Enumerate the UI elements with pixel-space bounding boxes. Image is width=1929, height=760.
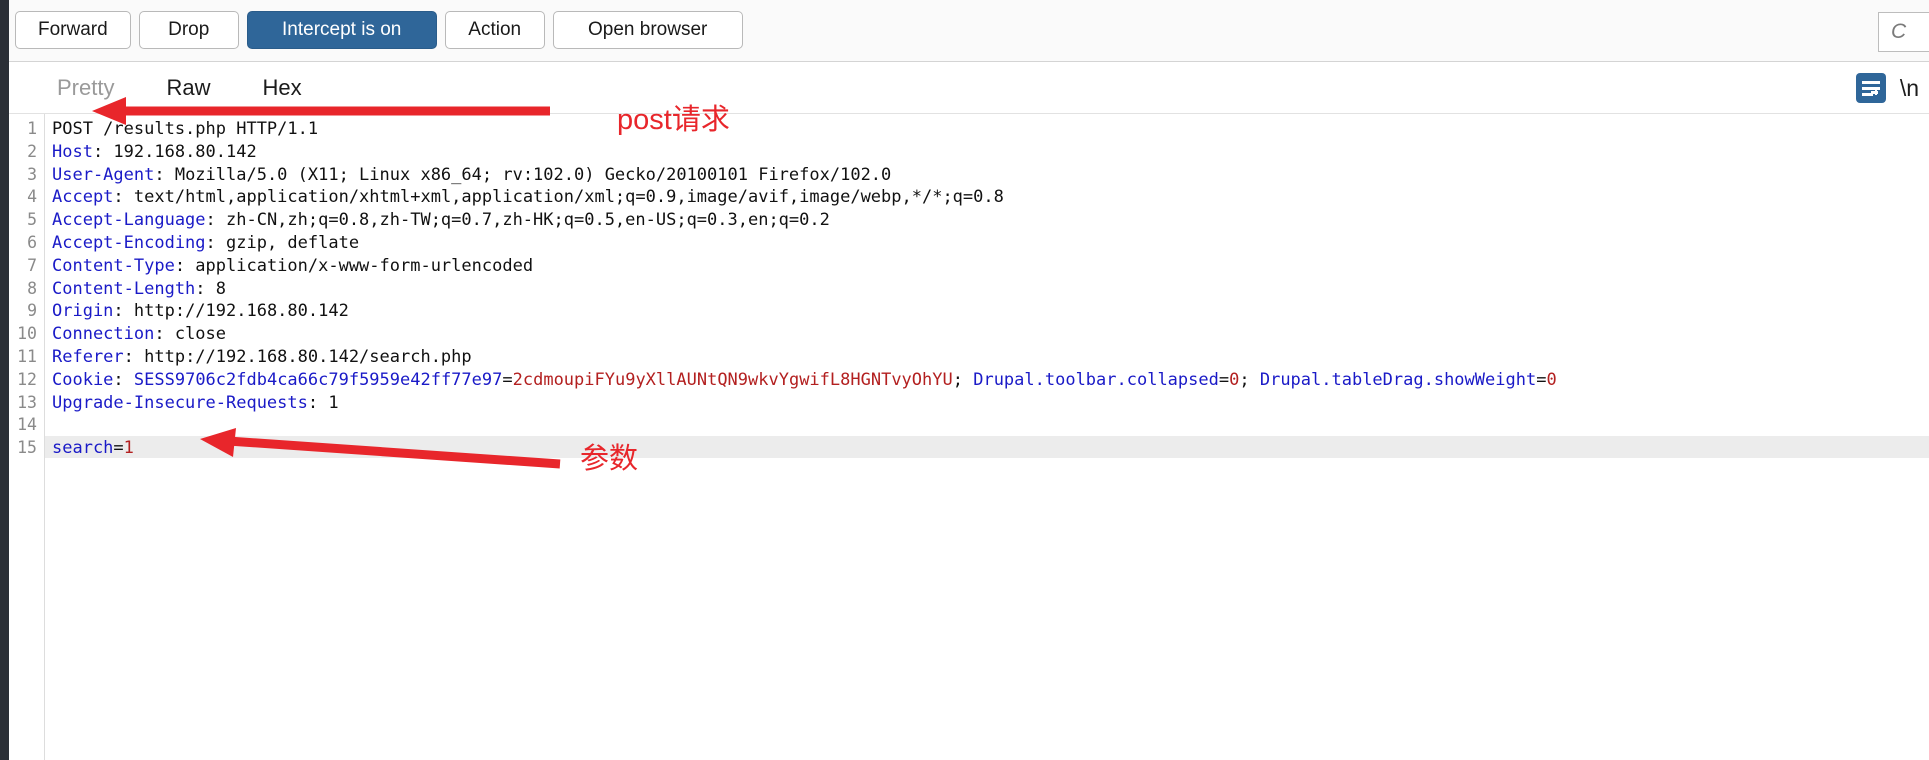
code-line[interactable]: Referer: http://192.168.80.142/search.ph… (52, 346, 472, 369)
code-segment: Content-Length (52, 278, 196, 299)
code-segment: = (113, 438, 124, 459)
code-segment: Origin (52, 301, 114, 322)
line-number: 14 (17, 415, 37, 435)
line-number: 7 (27, 255, 37, 275)
line-number-gutter: 1 2 3 4 5 6 7 8 9 10 11 12 13 14 15 (9, 114, 45, 760)
code-segment: ; (1239, 369, 1260, 390)
code-segment: Connection (52, 324, 155, 345)
line-number: 15 (17, 438, 37, 458)
code-line[interactable]: Accept: text/html,application/xhtml+xml,… (52, 186, 1004, 209)
code-segment: Drupal.tableDrag.showWeight (1259, 369, 1537, 390)
code-line[interactable]: Connection: close (52, 323, 226, 346)
code-line[interactable]: Host: 192.168.80.142 (52, 141, 257, 164)
code-segment: = (1536, 369, 1547, 390)
code-segment: POST /results.php HTTP/1.1 (52, 119, 319, 139)
line-number: 5 (27, 210, 37, 230)
code-segment: : zh-CN,zh;q=0.8,zh-TW;q=0.7,zh-HK;q=0.5… (205, 210, 830, 231)
open-browser-button[interactable]: Open browser (552, 11, 743, 49)
line-number: 8 (27, 278, 37, 298)
line-number: 4 (27, 187, 37, 207)
code-segment: 1 (123, 438, 134, 459)
code-segment: : close (154, 324, 227, 345)
editor-options: \n (1855, 62, 1919, 114)
code-segment: 0 (1546, 369, 1557, 390)
code-line[interactable]: User-Agent: Mozilla/5.0 (X11; Linux x86_… (52, 164, 891, 187)
view-mode-tabs: Pretty Raw Hex (31, 62, 328, 114)
burp-proxy-intercept-window: Forward Drop Intercept is on Action Open bro… (0, 0, 1929, 760)
code-line[interactable]: Cookie: SESS9706c2fdb4ca66c79f5959e42ff7… (52, 369, 1557, 392)
forward-button[interactable]: Forward (15, 11, 131, 49)
code-segment: : text/html,application/xhtml+xml,applic… (113, 187, 1004, 208)
code-line[interactable]: Accept-Encoding: gzip, deflate (52, 232, 359, 255)
code-segment: : http://192.168.80.142 (113, 301, 349, 322)
code-segment: 0 (1229, 369, 1240, 390)
code-segment: Host (52, 141, 93, 162)
code-line[interactable]: Origin: http://192.168.80.142 (52, 300, 349, 323)
line-number: 13 (17, 392, 37, 412)
code-segment: ; (952, 369, 974, 390)
tab-pretty[interactable]: Pretty (31, 62, 140, 114)
line-number: 1 (27, 119, 37, 138)
parameter-note: 参数 (580, 443, 639, 475)
intercept-button-row: Forward Drop Intercept is on Action Open bro… (15, 11, 743, 49)
code-segment: : 192.168.80.142 (92, 141, 257, 162)
action-button[interactable]: Action (444, 11, 545, 49)
code-segment: : Mozilla/5.0 (X11; Linux x86_64; rv:102… (154, 164, 892, 185)
code-line[interactable]: Upgrade-Insecure-Requests: 1 (52, 392, 339, 415)
line-number: 6 (27, 233, 37, 252)
view-mode-tabstrip: Pretty Raw Hex \n (9, 62, 1929, 114)
code-line[interactable]: Content-Type: application/x-www-form-url… (52, 255, 533, 278)
line-number: 11 (17, 347, 37, 366)
code-segment: search (52, 438, 114, 459)
code-segment: SESS9706c2fdb4ca66c79f5959e42ff77e97 (133, 369, 503, 390)
code-segment: = (1218, 369, 1230, 390)
drop-button[interactable]: Drop (138, 11, 239, 49)
code-line[interactable]: search=1 (52, 437, 134, 460)
code-segment: : 1 (307, 392, 339, 413)
code-line[interactable]: Accept-Language: zh-CN,zh;q=0.8,zh-TW;q=… (52, 209, 830, 232)
code-segment: : application/x-www-form-urlencoded (174, 255, 534, 276)
line-number: 10 (17, 324, 37, 344)
code-segment: : (113, 369, 134, 390)
code-segment: Accept (52, 187, 114, 208)
code-segment: 2cdmoupiFYu9yXllAUNtQN9wkvYgwifL8HGNTvyO… (512, 369, 953, 390)
line-number: 12 (17, 369, 37, 389)
code-segment: Accept-Encoding (52, 233, 206, 253)
line-number: 3 (27, 164, 37, 184)
code-segment: : http://192.168.80.142/search.php (123, 347, 472, 367)
word-wrap-icon[interactable] (1855, 73, 1886, 103)
code-segment: Accept-Language (52, 210, 206, 231)
intercept-toolbar: Forward Drop Intercept is on Action Open bro… (9, 0, 1929, 62)
code-segment: Drupal.toolbar.collapsed (973, 369, 1219, 390)
left-rail (0, 0, 9, 760)
code-segment: : 8 (195, 278, 227, 299)
tab-hex[interactable]: Hex (236, 62, 327, 114)
search-input[interactable] (1879, 13, 1929, 51)
code-segment: Content-Type (52, 255, 175, 276)
request-editor[interactable]: 1 2 3 4 5 6 7 8 9 10 11 12 13 14 15 POST /results.php … (9, 114, 1929, 760)
code-segment: Upgrade-Insecure-Requests (52, 392, 308, 413)
request-code-area[interactable]: POST /results.php HTTP/1.1 Host: 192.168.… (45, 114, 1929, 760)
code-segment: Referer (52, 347, 124, 367)
line-number: 9 (27, 301, 37, 321)
intercept-is-on-button[interactable]: Intercept is on (246, 11, 437, 49)
code-line[interactable]: Content-Length: 8 (52, 278, 226, 301)
code-segment: : gzip, deflate (205, 233, 360, 253)
line-number: 2 (27, 141, 37, 161)
tab-raw[interactable]: Raw (140, 62, 236, 114)
search-box[interactable] (1878, 12, 1929, 52)
code-line[interactable]: POST /results.php HTTP/1.1 (52, 118, 318, 141)
code-segment: Cookie (52, 369, 114, 390)
newline-toggle[interactable]: \n (1900, 75, 1919, 102)
post-request-note: post请求 (617, 104, 730, 136)
code-segment: User-Agent (52, 164, 155, 185)
code-segment: = (502, 369, 513, 390)
